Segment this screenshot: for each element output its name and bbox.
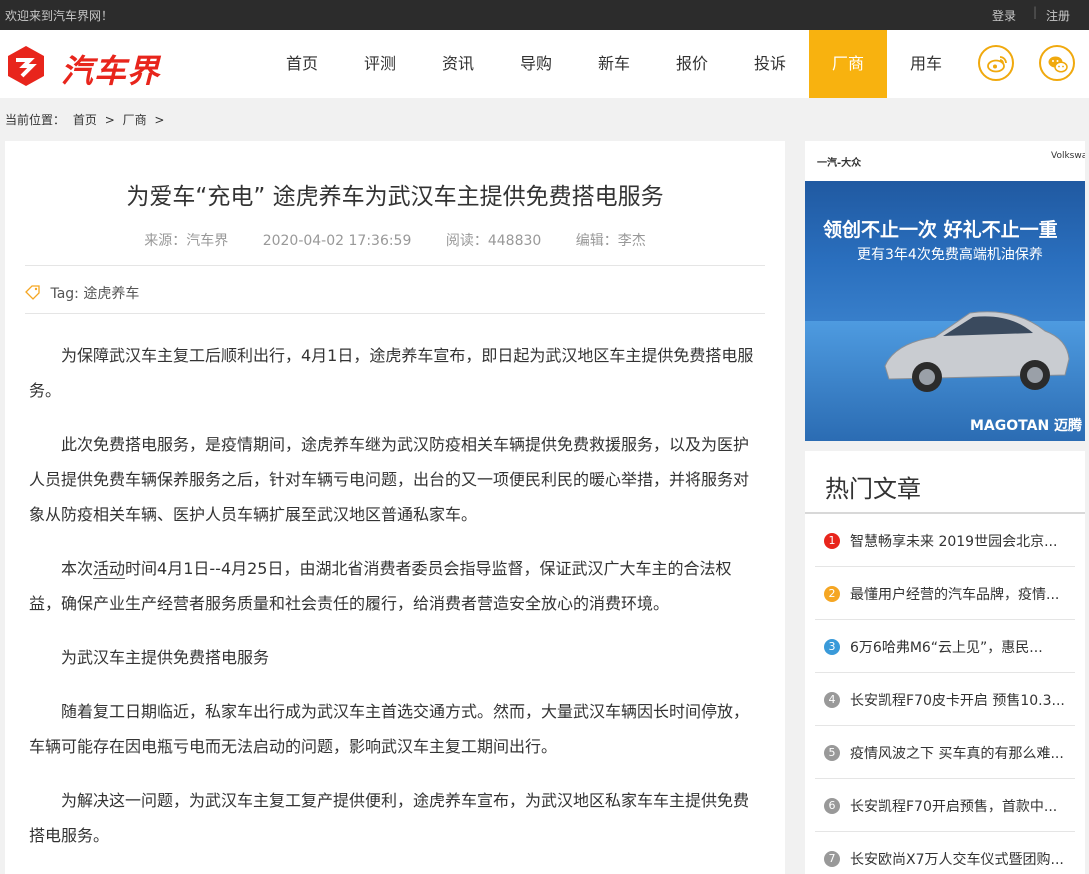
article-tags: Tag: 途虎养车 bbox=[25, 283, 139, 303]
nav-item-manufacturers[interactable]: 厂商 bbox=[809, 30, 887, 98]
hot-article-title: 长安凯程F70开启预售，首款中... bbox=[850, 799, 1058, 815]
hot-articles-title: 热门文章 bbox=[825, 475, 921, 503]
meta-divider bbox=[25, 265, 765, 266]
rank-badge: 3 bbox=[824, 639, 840, 655]
ad-headline: 领创不止一次 好礼不止一重 bbox=[823, 219, 1058, 241]
ad-brand-right: Volkswagen bbox=[1051, 151, 1085, 161]
login-link[interactable]: 登录 bbox=[992, 7, 1016, 24]
article-meta: 来源：汽车界 2020-04-02 17:36:59 阅读：448830 编辑：… bbox=[5, 230, 785, 250]
rank-badge: 7 bbox=[824, 851, 840, 867]
hot-article-item[interactable]: 6 长安凯程F70开启预售，首款中... bbox=[815, 779, 1075, 832]
paragraph-2: 此次免费搭电服务，是疫情期间，途虎养车继为武汉防疫相关车辆提供免费救援服务，以及… bbox=[29, 435, 750, 524]
paragraph-5: 随着复工日期临近，私家车出行成为武汉车主首选交通方式。然而，大量武汉车辆因长时间… bbox=[29, 702, 750, 756]
hot-article-item[interactable]: 1 智慧畅享未来 2019世园会北京... bbox=[815, 514, 1075, 567]
hot-article-item[interactable]: 7 长安欧尚X7万人交车仪式暨团购... bbox=[815, 832, 1075, 874]
top-bar: 欢迎来到汽车界网！ 登录 | 注册 bbox=[0, 0, 1089, 30]
article-reads: 阅读：448830 bbox=[445, 233, 542, 249]
breadcrumb-section-link[interactable]: 厂商 bbox=[123, 113, 147, 127]
rank-badge: 5 bbox=[824, 745, 840, 761]
hot-article-item[interactable]: 3 6万6哈弗M6“云上见”，惠民... bbox=[815, 620, 1075, 673]
paragraph-4: 为武汉车主提供免费搭电服务 bbox=[61, 648, 270, 667]
ad-car-image bbox=[884, 311, 1070, 392]
rank-badge: 2 bbox=[824, 586, 840, 602]
hot-article-title: 6万6哈弗M6“云上见”，惠民... bbox=[850, 640, 1043, 656]
rank-badge: 1 bbox=[824, 533, 840, 549]
ad-model-name: MAGOTAN 迈腾 bbox=[970, 418, 1083, 434]
nav-item-home[interactable]: 首页 bbox=[263, 30, 341, 98]
breadcrumb-prefix: 当前位置： bbox=[5, 113, 66, 127]
rank-badge: 6 bbox=[824, 798, 840, 814]
ad-brand-left: 一汽-大众 bbox=[817, 158, 862, 169]
nav-item-complaints[interactable]: 投诉 bbox=[731, 30, 809, 98]
hot-article-title: 长安凯程F70皮卡开启 预售10.3... bbox=[850, 693, 1065, 709]
activity-link[interactable]: 活动 bbox=[93, 559, 126, 579]
rank-badge: 4 bbox=[824, 692, 840, 708]
register-link[interactable]: 注册 bbox=[1046, 7, 1070, 24]
breadcrumb-home-link[interactable]: 首页 bbox=[73, 113, 97, 127]
hot-articles-panel: 热门文章 1 智慧畅享未来 2019世园会北京... 2 最懂用户经营的汽车品牌，疫… bbox=[805, 451, 1085, 874]
tag-link[interactable]: 途虎养车 bbox=[83, 286, 139, 302]
paragraph-3-rest: 时间4月1日--4月25日，由湖北省消费者委员会指导监督，保证武汉广大车主的合法… bbox=[29, 559, 732, 613]
nav-item-guide[interactable]: 导购 bbox=[497, 30, 575, 98]
weibo-button[interactable] bbox=[978, 45, 1014, 81]
article-editor: 编辑：李杰 bbox=[575, 233, 646, 249]
tag-divider bbox=[25, 313, 765, 314]
tag-icon bbox=[25, 285, 40, 300]
hot-article-item[interactable]: 2 最懂用户经营的汽车品牌，疫情... bbox=[815, 567, 1075, 620]
article-body: 为保障武汉车主复工后顺利出行，4月1日，途虎养车宣布，即日起为武汉地区车主提供免… bbox=[29, 338, 759, 872]
nav-item-reviews[interactable]: 评测 bbox=[341, 30, 419, 98]
nav-item-new-cars[interactable]: 新车 bbox=[575, 30, 653, 98]
hot-article-item[interactable]: 4 长安凯程F70皮卡开启 预售10.3... bbox=[815, 673, 1075, 726]
paragraph-3: 本次活动时间4月1日--4月25日，由湖北省消费者委员会指导监督，保证武汉广大车… bbox=[29, 551, 759, 621]
logo-text: 汽车界 bbox=[61, 52, 161, 90]
hot-article-title: 长安欧尚X7万人交车仪式暨团购... bbox=[850, 852, 1064, 868]
logo-mark-icon bbox=[8, 46, 44, 86]
paragraph-3-start: 本次 bbox=[61, 559, 94, 578]
hot-article-title: 智慧畅享未来 2019世园会北京... bbox=[850, 534, 1058, 550]
wechat-button[interactable] bbox=[1039, 45, 1075, 81]
nav-item-car-use[interactable]: 用车 bbox=[887, 30, 965, 98]
nav-item-prices[interactable]: 报价 bbox=[653, 30, 731, 98]
hot-article-title: 最懂用户经营的汽车品牌，疫情... bbox=[850, 587, 1060, 603]
hot-articles-list: 1 智慧畅享未来 2019世园会北京... 2 最懂用户经营的汽车品牌，疫情... … bbox=[815, 514, 1075, 874]
topbar-separator: | bbox=[1033, 5, 1038, 19]
paragraph-6: 为解决这一问题，为武汉车主复工复产提供便利，途虎养车宣布，为武汉地区私家车车主提… bbox=[29, 791, 750, 845]
nav-item-news[interactable]: 资讯 bbox=[419, 30, 497, 98]
article-datetime: 2020-04-02 17:36:59 bbox=[262, 233, 412, 249]
site-logo[interactable]: 汽车界 bbox=[5, 42, 170, 90]
hot-article-item[interactable]: 5 疫情风波之下 买车真的有那么难... bbox=[815, 726, 1075, 779]
article-panel: 为爱车“充电” 途虎养车为武汉车主提供免费搭电服务 来源：汽车界 2020-04… bbox=[5, 141, 785, 874]
ad-subline: 更有3年4次免费高端机油保养 bbox=[857, 247, 1043, 263]
tag-prefix: Tag: bbox=[50, 286, 79, 302]
wechat-icon bbox=[1048, 56, 1068, 73]
article-source: 来源：汽车界 bbox=[144, 233, 229, 249]
welcome-text: 欢迎来到汽车界网！ bbox=[5, 9, 114, 23]
site-header: 汽车界 首页 评测 资讯 导购 新车 报价 投诉 厂商 用车 bbox=[0, 30, 1089, 98]
breadcrumb-arrow: > bbox=[104, 113, 115, 127]
breadcrumb: 当前位置： 首页 > 厂商 > bbox=[5, 111, 168, 128]
ad-banner[interactable]: 一汽-大众 Volkswagen 领创不止一次 好礼不止一重 更有3年4次免费高… bbox=[805, 141, 1085, 441]
paragraph-1: 为保障武汉车主复工后顺利出行，4月1日，途虎养车宣布，即日起为武汉地区车主提供免… bbox=[29, 346, 754, 400]
breadcrumb-tail: > bbox=[154, 113, 165, 127]
article-title: 为爱车“充电” 途虎养车为武汉车主提供免费搭电服务 bbox=[126, 184, 664, 210]
hot-article-title: 疫情风波之下 买车真的有那么难... bbox=[850, 746, 1064, 762]
weibo-icon bbox=[987, 56, 1007, 73]
